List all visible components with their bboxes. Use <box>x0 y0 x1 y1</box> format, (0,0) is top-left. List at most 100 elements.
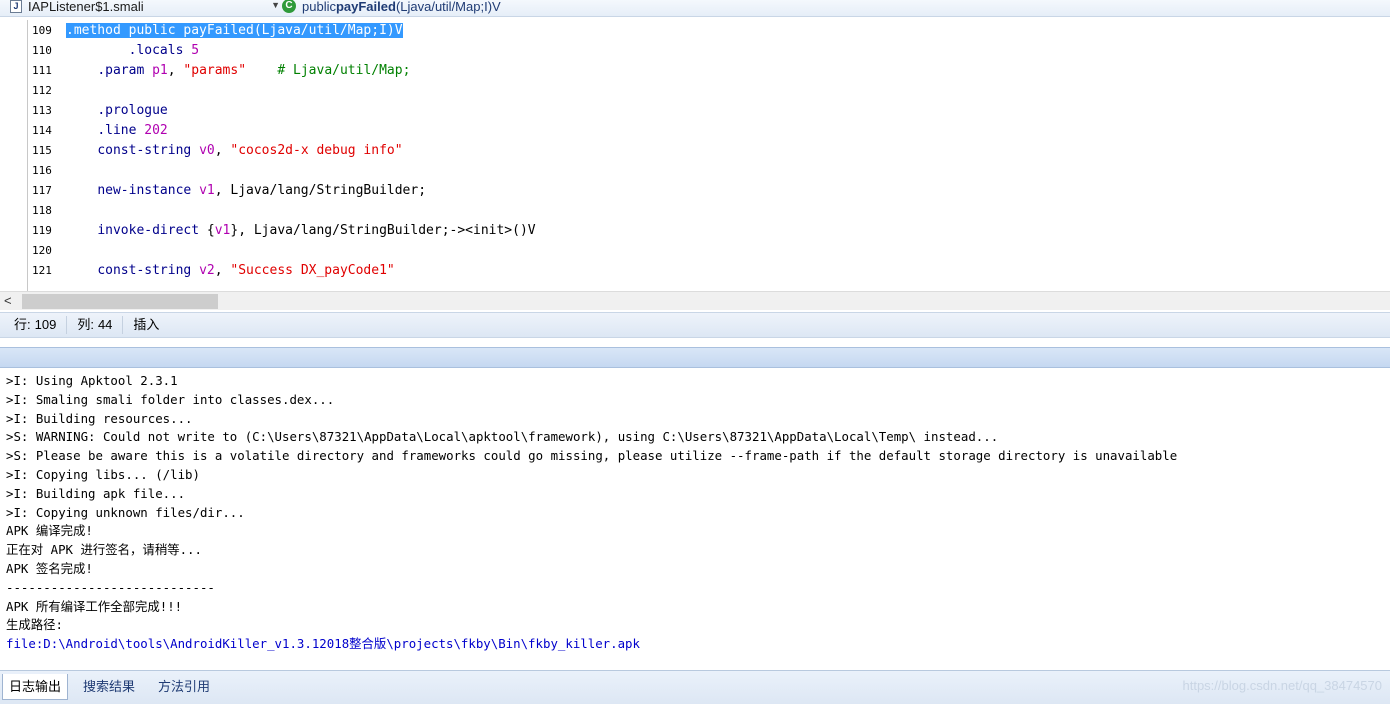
code-text: .locals 5 <box>66 41 199 61</box>
line-number: 109 <box>32 24 52 37</box>
code-token: { <box>206 223 215 238</box>
code-token: "cocos2d-x debug info" <box>230 143 403 158</box>
code-token: .locals <box>128 43 192 58</box>
output-path-link[interactable]: file:D:\Android\tools\AndroidKiller_v1.3… <box>6 635 640 653</box>
log-line: >I: Copying unknown files/dir... <box>6 504 245 520</box>
log-line: >I: Building resources... <box>6 410 193 426</box>
log-line: 正在对 APK 进行签名，请稍等... <box>6 542 202 558</box>
code-line[interactable]: 110 .locals 5 <box>0 41 1390 61</box>
code-token: 5 <box>191 43 200 58</box>
line-number: 120 <box>32 244 52 257</box>
code-token: # Ljava/util/Map; <box>277 63 411 78</box>
log-line: APK 所有编译工作全部完成!!! <box>6 598 183 614</box>
code-line[interactable]: 120 <box>0 241 1390 261</box>
panel-splitter[interactable] <box>0 339 1390 347</box>
code-token: 202 <box>144 123 168 138</box>
log-line: >I: Using Apktool 2.3.1 <box>6 373 178 388</box>
scroll-left-arrow-icon[interactable]: < <box>4 293 12 308</box>
code-token: v0 <box>199 143 215 158</box>
line-number: 110 <box>32 44 52 57</box>
log-line: ---------------------------- <box>6 579 215 595</box>
code-token: p1 <box>152 63 168 78</box>
code-token: v1 <box>199 183 215 198</box>
code-token: "params" <box>183 63 247 78</box>
code-line[interactable]: 117 new-instance v1, Ljava/lang/StringBu… <box>0 181 1390 201</box>
line-number: 116 <box>32 164 52 177</box>
method-name: payFailed <box>335 0 396 14</box>
code-text: const-string v2, "Success DX_payCode1" <box>66 261 395 281</box>
file-select[interactable]: J IAPListener$1.smali ▼ <box>4 0 286 16</box>
log-line: >I: Smaling smali folder into classes.de… <box>6 391 335 407</box>
log-line: >S: WARNING: Could not write to (C:\User… <box>6 429 999 445</box>
code-token: }, Ljava/lang/StringBuilder;-><init>()V <box>230 223 536 238</box>
code-line[interactable]: 119 invoke-direct {v1}, Ljava/lang/Strin… <box>0 221 1390 241</box>
code-token: v2 <box>199 263 215 278</box>
method-modifier: public <box>302 0 336 14</box>
code-line[interactable]: 112 <box>0 81 1390 101</box>
code-token: new-instance <box>97 183 200 198</box>
code-token: , <box>214 263 231 278</box>
status-mode-label: 插入 <box>133 317 160 332</box>
code-token: .method public payFailed(Ljava/util/Map;… <box>66 23 403 38</box>
code-token: "Success DX_payCode1" <box>230 263 395 278</box>
code-line[interactable]: 111 .param p1, "params" # Ljava/util/Map… <box>0 61 1390 81</box>
log-line: APK 编译完成! <box>6 523 93 539</box>
code-text: const-string v0, "cocos2d-x debug info" <box>66 141 403 161</box>
log-line: 生成路径: <box>6 617 64 633</box>
editor-status-bar: 行: 109 列: 44 插入 <box>0 312 1390 338</box>
status-row-label: 行: <box>14 317 31 332</box>
code-text: .method public payFailed(Ljava/util/Map;… <box>66 21 403 41</box>
code-line[interactable]: 113 .prologue <box>0 101 1390 121</box>
file-select-label: IAPListener$1.smali <box>28 0 144 14</box>
navigation-bar: J IAPListener$1.smali ▼ C public payFail… <box>0 0 1390 17</box>
status-insert-mode: 插入 <box>123 316 169 334</box>
code-text: new-instance v1, Ljava/lang/StringBuilde… <box>66 181 426 201</box>
log-line: >I: Copying libs... (/lib) <box>6 467 200 482</box>
log-line: >S: Please be aware this is a volatile d… <box>6 448 1178 464</box>
tab-log-output[interactable]: 日志输出 <box>2 674 69 700</box>
tab-search-results[interactable]: 搜索结果 <box>77 674 141 700</box>
log-output[interactable]: >I: Using Apktool 2.3.1 >I: Smaling smali… <box>0 369 1390 669</box>
code-token: invoke-direct <box>97 223 207 238</box>
code-line[interactable]: 115 const-string v0, "cocos2d-x debug in… <box>0 141 1390 161</box>
horizontal-scrollbar[interactable]: < <box>0 291 1390 310</box>
output-panel-header <box>0 347 1390 368</box>
code-token: , Ljava/lang/StringBuilder; <box>214 183 427 198</box>
status-row-value: 109 <box>34 317 57 332</box>
code-text: invoke-direct {v1}, Ljava/lang/StringBui… <box>66 221 536 241</box>
java-file-icon: J <box>10 0 22 13</box>
code-text: .param p1, "params" # Ljava/util/Map; <box>66 61 410 81</box>
code-text: .line 202 <box>66 121 168 141</box>
line-number: 113 <box>32 104 52 117</box>
scrollbar-thumb[interactable] <box>22 294 218 309</box>
code-line[interactable]: 116 <box>0 161 1390 181</box>
code-text: .prologue <box>66 101 167 121</box>
code-token: const-string <box>97 143 200 158</box>
code-line[interactable]: 121 const-string v2, "Success DX_payCode… <box>0 261 1390 281</box>
code-editor[interactable]: 109 .method public payFailed(Ljava/util/M… <box>0 20 1390 291</box>
method-signature: (Ljava/util/Map;I)V <box>395 0 501 14</box>
code-line[interactable]: 118 <box>0 201 1390 221</box>
line-number: 119 <box>32 224 52 237</box>
method-select[interactable]: C public payFailed (Ljava/util/Map;I)V <box>276 0 876 16</box>
status-column-value: 44 <box>97 317 113 332</box>
code-token: v1 <box>214 223 231 238</box>
code-line[interactable]: 109 .method public payFailed(Ljava/util/M… <box>0 21 1390 41</box>
public-method-icon: C <box>282 0 296 13</box>
status-row: 行: 109 <box>0 316 68 334</box>
code-token: .param <box>97 63 153 78</box>
code-token: , <box>167 63 184 78</box>
tab-method-references[interactable]: 方法引用 <box>152 674 216 700</box>
line-number: 115 <box>32 144 52 157</box>
code-line[interactable]: 114 .line 202 <box>0 121 1390 141</box>
line-number: 118 <box>32 204 52 217</box>
code-token: , <box>214 143 231 158</box>
code-token: .line <box>97 123 145 138</box>
